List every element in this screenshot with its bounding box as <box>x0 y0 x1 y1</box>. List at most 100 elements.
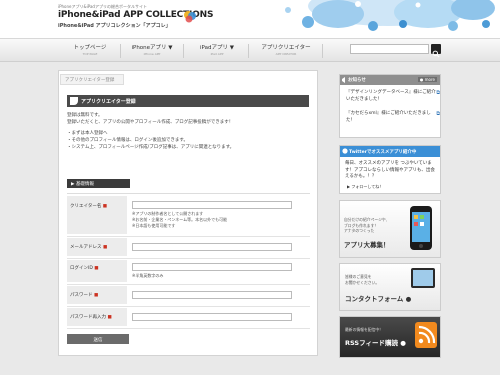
news-item-text: 『デザインリングデータベース』様にご紹介いただきました！ <box>346 90 436 102</box>
form-divider <box>67 258 310 259</box>
field-note-line: ※半角英数字のみ <box>132 273 164 278</box>
nav-item-sublabel: iPad APP <box>210 52 224 56</box>
form-row-creator-name: クリエイター名 ■ ※アプリの制作者名として公開されます ※お名前・企業名・ペン… <box>67 196 310 234</box>
banner-text: 最新の情報を配信中！ <box>345 327 383 333</box>
field-label-cell: メールアドレス ■ <box>67 238 127 256</box>
field-label-text: クリエイター名 <box>70 204 102 209</box>
banner-text-line: 最新の情報を配信中！ <box>345 327 383 332</box>
form-row-password: パスワード ■ <box>67 286 310 304</box>
form-row-password-confirm: パスワード再入力 ■ <box>67 308 310 326</box>
email-field[interactable] <box>132 243 292 251</box>
field-label-cell: パスワード ■ <box>67 286 127 304</box>
iphone-device-icon <box>410 206 432 250</box>
nav-item-app-creator[interactable]: アプリクリエイター APP CREATOR <box>258 43 314 59</box>
form-divider <box>67 306 310 307</box>
intro-text: 登録は無料です。 登録いただくと、アプリの公開やプロフィール作成、ブログ記事投稿… <box>67 112 307 151</box>
required-mark: ■ <box>93 293 99 298</box>
nav-item-sublabel: iPhone APP <box>143 52 161 56</box>
field-label-text: ログインID <box>70 266 93 271</box>
ipad-device-icon <box>411 268 435 288</box>
section-label-basic-info: ▶ 基礎情報 <box>67 179 130 188</box>
nav-item-ipad-apps[interactable]: iPadアプリ ▼ iPad APP <box>195 43 239 59</box>
banner-text: 自分だけの紹介ページや、 ブログも作れます！ アナタのつくった <box>344 217 389 234</box>
field-note: ※アプリの制作者名として公開されます ※お名前・企業名・ペンネーム等。本名以外で… <box>132 211 227 229</box>
news-item[interactable]: 『カセだらxml』様にご紹介いただきました！ ⧉ <box>346 111 440 124</box>
nav-item-sublabel: APP CREATOR <box>275 52 297 56</box>
twitter-bird-icon <box>342 148 348 154</box>
nav-item-label: iPadアプリ ▼ <box>200 45 234 51</box>
banner-headline: アプリ大募集！ <box>344 241 390 249</box>
intro-line: 登録は無料です。 <box>67 113 103 118</box>
field-label-text: パスワード <box>70 293 93 298</box>
field-label-cell: ログインID ■ <box>67 260 127 282</box>
form-divider <box>67 193 310 194</box>
field-label: クリエイター名 ■ <box>70 203 107 209</box>
password-field[interactable] <box>132 291 292 299</box>
nav-item-label: iPhoneアプリ ▼ <box>131 45 173 51</box>
nav-item-label: アプリクリエイター <box>261 45 311 51</box>
app-recruit-banner[interactable]: 自分だけの紹介ページや、 ブログも作れます！ アナタのつくった アプリ大募集！ <box>339 200 441 258</box>
nav-item-iphone-apps[interactable]: iPhoneアプリ ▼ iPhone APP <box>130 43 174 59</box>
external-link-icon: ⧉ <box>436 90 440 96</box>
field-label-cell: クリエイター名 ■ <box>67 196 127 234</box>
search-button[interactable] <box>431 44 441 58</box>
twitter-body: 毎日、オススメのアプリを つぶやいています！アプコレならしい情報やアプリも、出会… <box>345 161 435 179</box>
field-label: メールアドレス ■ <box>70 244 107 250</box>
required-mark: ■ <box>102 204 108 209</box>
field-label-text: メールアドレス <box>70 245 102 250</box>
nav-item-label: トップページ <box>73 45 107 51</box>
search-icon <box>432 50 440 58</box>
twitter-widget: Twitterでオススメアプリ紹介中 毎日、オススメのアプリを つぶやいています… <box>339 145 441 194</box>
rss-feed-banner[interactable]: 最新の情報を配信中！ RSSフィード購読 ● <box>339 316 441 358</box>
megaphone-icon <box>342 77 345 83</box>
form-divider <box>67 284 310 285</box>
form-row-login-id: ログインID ■ ※半角英数字のみ <box>67 260 310 282</box>
page-title: アプリクリエイター登録 <box>81 99 136 105</box>
news-more-link[interactable]: ● more <box>417 77 437 82</box>
field-note: ※半角英数字のみ <box>132 273 163 279</box>
nav-divider <box>248 44 249 58</box>
news-title: お知らせ <box>348 78 366 83</box>
field-label-text: パスワード再入力 <box>70 315 106 320</box>
intro-line: ・システム上、プロフィールページ作成/ブログ記事は、アプリに関連となります。 <box>67 145 235 150</box>
login-id-field[interactable] <box>132 263 292 271</box>
intro-line: 登録いただくと、アプリの公開やプロフィール作成、ブログ記事投稿ができます！ <box>67 120 234 125</box>
nav-item-top[interactable]: トップページ TOP PAGE <box>68 43 112 59</box>
twitter-title: Twitterでオススメアプリ紹介中 <box>349 149 417 155</box>
banner-text: 皆様のご意見を お聞かせください。 <box>345 274 379 285</box>
site-header: iPhoneアプリ&iPadアプリの総合ポータルサイト iPhone&iPad … <box>0 0 500 38</box>
banner-text-line: 自分だけの紹介ページや、 <box>344 217 390 222</box>
page-title-bar: アプリクリエイター登録 <box>67 95 309 107</box>
twitter-follow-link[interactable]: ▶ フォローしてね！ <box>347 184 383 190</box>
submit-button[interactable]: 送信 <box>67 334 129 344</box>
news-item[interactable]: 『デザインリングデータベース』様にご紹介いただきました！ ⧉ <box>346 90 440 103</box>
nav-divider <box>322 44 323 58</box>
twitter-header: Twitterでオススメアプリ紹介中 <box>340 146 440 157</box>
password-confirm-field[interactable] <box>132 313 292 321</box>
search-input[interactable] <box>350 44 429 54</box>
form-divider <box>67 236 310 237</box>
header-splash-graphic <box>268 0 500 38</box>
required-mark: ■ <box>102 245 108 250</box>
banner-headline: コンタクトフォーム ● <box>345 295 412 303</box>
field-label: パスワード ■ <box>70 292 98 298</box>
tab-app-creator-registration[interactable]: アプリクリエイター登録 <box>60 74 124 85</box>
intro-line: ・まずは本人登録へ <box>67 131 108 136</box>
nav-divider <box>183 44 184 58</box>
external-link-icon: ⧉ <box>436 111 440 117</box>
title-bullet-icon <box>70 97 78 105</box>
form-divider <box>67 328 310 329</box>
logo-mark-icon <box>184 11 196 23</box>
creator-name-input[interactable] <box>132 201 292 209</box>
nav-divider <box>120 44 121 58</box>
intro-line: ・その他のプロフィール情報は、ログイン後追加できます。 <box>67 138 188 143</box>
news-header: お知らせ ● more <box>340 75 440 85</box>
contact-form-banner[interactable]: 皆様のご意見を お聞かせください。 コンタクトフォーム ● <box>339 263 441 311</box>
rss-icon <box>415 322 437 348</box>
required-mark: ■ <box>107 315 112 320</box>
field-label: パスワード再入力 ■ <box>70 314 112 320</box>
banner-text-line: アナタのつくった <box>344 228 375 233</box>
required-mark: ■ <box>94 266 99 271</box>
news-item-text: 『カセだらxml』様にご紹介いただきました！ <box>346 111 431 123</box>
news-widget: お知らせ ● more 『デザインリングデータベース』様にご紹介いただきました！… <box>339 74 441 138</box>
